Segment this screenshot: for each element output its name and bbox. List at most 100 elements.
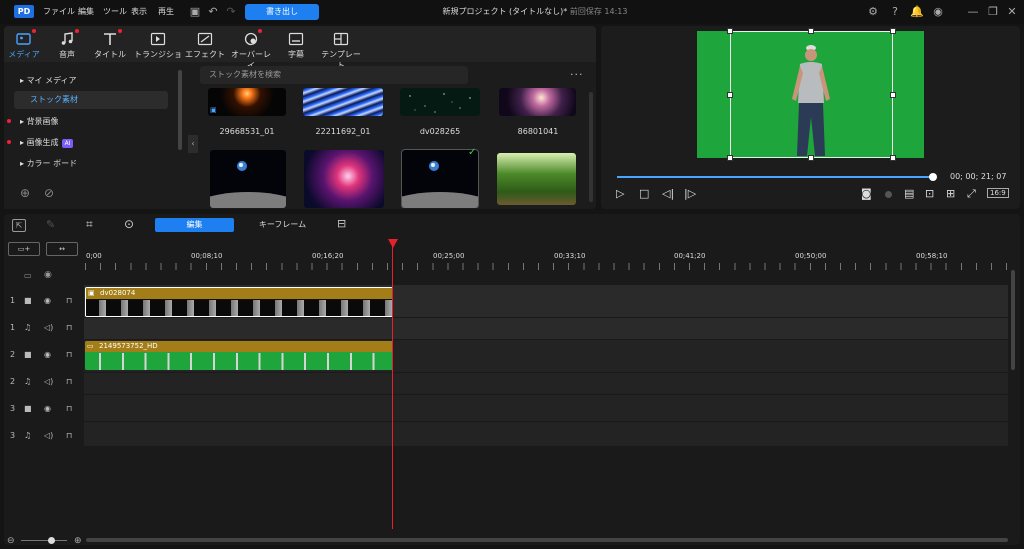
- export-button[interactable]: 書き出し: [245, 4, 319, 20]
- add-track-button[interactable]: ▭+: [8, 242, 40, 256]
- resize-handle[interactable]: [808, 155, 814, 161]
- play-icon[interactable]: ▷: [616, 187, 624, 200]
- sidebar-item-color-board[interactable]: ▸ カラー ボード: [20, 158, 77, 169]
- chevron-circle-icon[interactable]: ⊙: [124, 217, 134, 231]
- save-icon[interactable]: ▣: [188, 5, 202, 19]
- video-clip[interactable]: 2149573752_HD ▭: [85, 341, 393, 370]
- tab-keyframe[interactable]: キーフレーム: [250, 218, 315, 232]
- timeline-vertical-scrollbar[interactable]: [1011, 270, 1015, 370]
- zoom-in-icon[interactable]: ⊕: [74, 536, 82, 546]
- undo-icon[interactable]: ↶: [206, 5, 220, 19]
- lock-icon[interactable]: ⊓: [66, 404, 72, 413]
- media-thumb[interactable]: ▣: [208, 88, 286, 116]
- tab-subtitle[interactable]: 字幕: [276, 32, 316, 60]
- tab-title[interactable]: タイトル: [90, 29, 130, 60]
- gear-icon[interactable]: ⚙: [866, 5, 880, 19]
- track-audio-1[interactable]: [84, 318, 1008, 339]
- video-clip[interactable]: dv028074 ▣: [85, 287, 393, 317]
- menu-edit[interactable]: 編集: [78, 6, 94, 17]
- speaker-icon[interactable]: ◁): [44, 323, 53, 332]
- pen-icon[interactable]: ✎: [46, 218, 55, 231]
- resize-handle[interactable]: [727, 28, 733, 34]
- resize-handle[interactable]: [727, 92, 733, 98]
- lock-icon[interactable]: ⊓: [66, 431, 72, 440]
- prev-frame-icon[interactable]: ◁|: [662, 187, 674, 200]
- scrubber-handle[interactable]: [929, 173, 937, 181]
- resize-handle[interactable]: [890, 92, 896, 98]
- track-audio-2[interactable]: [84, 373, 1008, 394]
- sidebar-scrollbar[interactable]: [178, 70, 182, 150]
- snapshot-icon[interactable]: ⊡: [925, 187, 934, 200]
- lock-icon[interactable]: ⊓: [66, 296, 72, 305]
- sidebar-item-my-media[interactable]: ▸ マイ メディア: [20, 75, 77, 86]
- fullscreen-icon[interactable]: ⤢: [967, 187, 976, 201]
- media-thumb[interactable]: [303, 88, 383, 116]
- eye-icon[interactable]: ◉: [44, 350, 51, 359]
- playhead-handle[interactable]: [388, 239, 398, 248]
- speaker-icon[interactable]: ◁): [44, 431, 53, 440]
- sidebar-item-stock[interactable]: ストック素材: [14, 91, 168, 109]
- resize-handle[interactable]: [890, 155, 896, 161]
- eye-icon[interactable]: ◉: [44, 404, 51, 413]
- record-icon[interactable]: [885, 191, 892, 198]
- sidebar-item-background[interactable]: ▸ 背景画像: [20, 116, 59, 127]
- zoom-slider-handle[interactable]: [48, 537, 55, 544]
- resize-handle[interactable]: [890, 28, 896, 34]
- zoom-slider[interactable]: [21, 540, 67, 541]
- log-icon[interactable]: ⊟: [337, 217, 346, 230]
- media-thumb[interactable]: [497, 153, 576, 205]
- playhead[interactable]: [392, 245, 393, 529]
- track-video-3[interactable]: [84, 395, 1008, 421]
- aspect-ratio-button[interactable]: 16:9: [987, 188, 1009, 198]
- media-thumb[interactable]: [400, 88, 480, 116]
- account-icon[interactable]: ◉: [931, 5, 945, 19]
- media-thumb[interactable]: [210, 150, 286, 208]
- lock-icon[interactable]: ⊓: [66, 350, 72, 359]
- menu-file[interactable]: ファイル: [43, 6, 75, 17]
- layout-icon[interactable]: ⊞: [946, 187, 955, 200]
- speaker-icon[interactable]: ◁): [44, 377, 53, 386]
- restore-icon[interactable]: ❐: [986, 5, 1000, 19]
- sidebar-item-image-gen[interactable]: ▸ 画像生成 AI: [20, 137, 74, 148]
- crop-icon[interactable]: ⌗: [86, 217, 93, 232]
- image-icon[interactable]: ▭: [24, 271, 32, 280]
- timeline-horizontal-scrollbar[interactable]: [86, 538, 1008, 542]
- collapse-sidebar-icon[interactable]: ‹: [188, 135, 198, 153]
- tab-media[interactable]: メディア: [4, 29, 44, 60]
- media-thumb[interactable]: [499, 88, 576, 116]
- remove-tag-icon[interactable]: ⊘: [44, 186, 54, 200]
- menu-view[interactable]: 表示: [131, 6, 147, 17]
- subtitle-toggle-icon[interactable]: ▤: [904, 187, 914, 200]
- media-thumb[interactable]: [402, 150, 478, 208]
- resize-handle[interactable]: [727, 155, 733, 161]
- track-audio-3[interactable]: [84, 422, 1008, 446]
- stop-icon[interactable]: □: [639, 187, 649, 200]
- minimize-icon[interactable]: —: [966, 5, 980, 19]
- next-frame-icon[interactable]: |▷: [684, 187, 696, 200]
- zoom-out-icon[interactable]: ⊖: [7, 536, 15, 546]
- redo-icon[interactable]: ↷: [224, 5, 238, 19]
- help-icon[interactable]: ?: [888, 5, 902, 19]
- eye-icon[interactable]: ◉: [44, 270, 52, 280]
- eye-icon[interactable]: ◉: [44, 296, 51, 305]
- arrange-icon[interactable]: ⇱: [12, 219, 26, 232]
- lock-icon[interactable]: ⊓: [66, 323, 72, 332]
- camera-icon[interactable]: ◙: [861, 187, 872, 200]
- menu-tools[interactable]: ツール: [103, 6, 127, 17]
- menu-play[interactable]: 再生: [158, 6, 174, 17]
- add-tag-icon[interactable]: ⊕: [20, 186, 30, 200]
- close-icon[interactable]: ✕: [1005, 5, 1019, 19]
- bell-icon[interactable]: 🔔: [910, 5, 924, 19]
- media-scrollbar[interactable]: [589, 92, 593, 202]
- resize-handle[interactable]: [808, 28, 814, 34]
- preview-scrubber[interactable]: [617, 176, 933, 178]
- lock-icon[interactable]: ⊓: [66, 377, 72, 386]
- search-input[interactable]: ストック素材を検索: [200, 66, 468, 84]
- fit-timeline-button[interactable]: ↔: [46, 242, 78, 256]
- media-thumb[interactable]: [304, 150, 384, 208]
- tab-effect[interactable]: エフェクト: [185, 32, 225, 60]
- tab-edit[interactable]: 編集: [155, 218, 234, 232]
- tab-audio[interactable]: 音声: [47, 29, 87, 60]
- more-options-icon[interactable]: ···: [570, 68, 584, 81]
- selection-box[interactable]: [730, 31, 893, 158]
